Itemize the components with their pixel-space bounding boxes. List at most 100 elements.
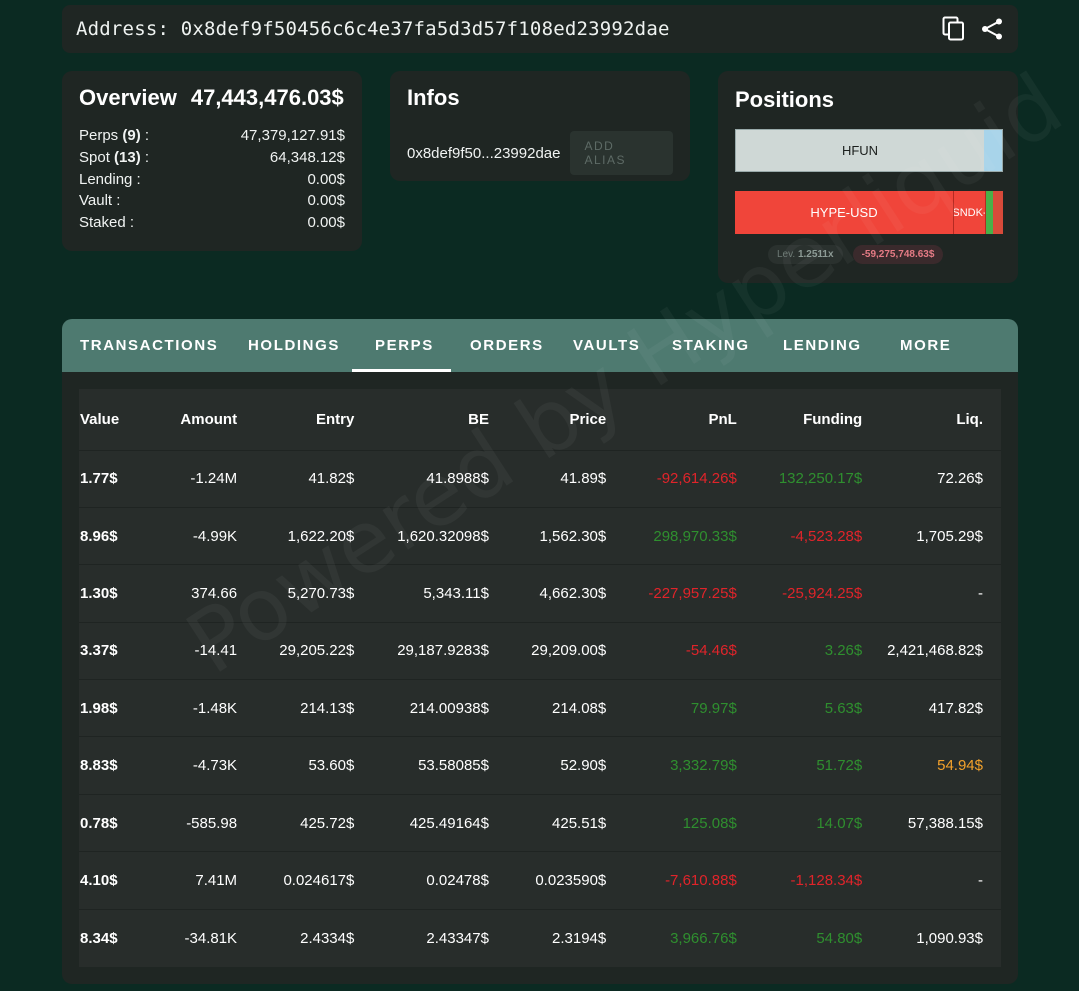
cell-entry: 5,270.73$ [237,564,355,623]
table-row[interactable]: 1.98$ -1.48K 214.13$ 214.00938$ 214.08$ 79.97… [79,679,1001,737]
tab-more[interactable]: MORE [900,319,951,372]
cell-pnl: 3,332.79$ [606,736,737,795]
tab-lending[interactable]: LENDING [783,319,862,372]
table-row[interactable]: 0.78$ -585.98 425.72$ 425.49164$ 425.51$ 125.… [79,793,1001,852]
positions-title: Positions [735,87,835,112]
cell-amount: -14.41 [148,621,238,680]
overview-row-value: 0.00$ [307,170,345,188]
bar-segment-hfun[interactable]: HFUN [736,130,984,171]
cell-price: 1,562.30$ [488,506,607,565]
cell-liq: - [862,851,1001,910]
overview-row-label: Lending : [79,170,141,188]
table-row[interactable]: 8.34$ -34.81K 2.4334$ 2.43347$ 2.3194$ 3,966.… [79,908,1001,967]
bar-segment-red[interactable] [993,191,1003,234]
table-row[interactable]: 1.77$ -1.24M 41.82$ 41.8988$ 41.89$ -92,614.2… [79,449,1001,508]
cell-amount: -34.81K [148,908,238,967]
cell-amount: -4.73K [148,736,238,795]
perp-positions-bar: HYPE-USD SNDK- [735,191,1003,234]
tab-perps[interactable]: PERPS [375,319,434,372]
cell-pnl: -7,610.88$ [606,851,737,910]
column-header-funding[interactable]: Funding [737,389,862,450]
bar-segment-hype-usd[interactable]: HYPE-USD [735,191,954,234]
cell-liq: 2,421,468.82$ [862,621,1001,680]
cell-liq: 417.82$ [862,679,1001,737]
column-header-value[interactable]: Value [79,389,148,450]
overview-row-value: 64,348.12$ [269,148,345,166]
cell-entry: 41.82$ [237,449,355,508]
perps-panel: TRANSACTIONS HOLDINGS PERPS ORDERS VAULTS STA… [62,319,1018,984]
positions-card: Positions HFUN HYPE-USD SNDK- Lev. 1.251… [718,71,1018,283]
cell-liq: 1,705.29$ [862,506,1001,565]
copy-icon[interactable] [942,16,966,42]
cell-amount: -1.48K [148,679,238,737]
infos-title: Infos [407,85,460,110]
cell-price: 0.023590$ [488,851,607,910]
tab-transactions[interactable]: TRANSACTIONS [80,319,218,372]
tab-bar: TRANSACTIONS HOLDINGS PERPS ORDERS VAULTS STA… [62,319,1018,372]
overview-row: Spot (13) : 64,348.12$ [79,147,345,169]
cell-be: 53.58085$ [354,736,489,795]
cell-pnl: 125.08$ [606,793,737,852]
cell-pnl: 3,966.76$ [606,908,737,967]
column-header-price[interactable]: Price [489,389,607,450]
cell-entry: 0.024617$ [237,851,355,910]
overview-row-label: Vault : [79,192,121,210]
infos-card: Infos 0x8def9f50...23992dae ADD ALIAS [390,71,690,181]
column-header-liq[interactable]: Liq. [862,389,1001,450]
tab-orders[interactable]: ORDERS [470,319,544,372]
table-header-row: Value Amount Entry BE Price PnL Funding Liq. [79,389,1001,450]
overview-row-value: 0.00$ [307,192,345,210]
add-alias-button[interactable]: ADD ALIAS [570,131,673,175]
share-icon[interactable] [980,17,1004,41]
address-text: Address: 0x8def9f50456c6c4e37fa5d3d57f10… [76,18,670,40]
overview-row: Vault : 0.00$ [79,190,345,212]
bar-segment-sndk[interactable]: SNDK- [954,191,986,234]
cell-amount: 374.66 [148,564,238,623]
table-row[interactable]: 3.37$ -14.41 29,205.22$ 29,187.9283$ 29,209.… [79,621,1001,680]
cell-pnl: -54.46$ [606,621,737,680]
bar-segment-other[interactable] [984,130,1002,171]
cell-liq: 1,090.93$ [862,908,1001,967]
cell-entry: 53.60$ [237,736,355,795]
cell-value: 1.77$ [79,449,149,508]
tab-vaults[interactable]: VAULTS [573,319,640,372]
cell-price: 214.08$ [488,679,607,737]
tab-holdings[interactable]: HOLDINGS [248,319,340,372]
overview-title: Overview [79,85,177,110]
cell-pnl: 298,970.33$ [606,506,737,565]
column-header-pnl[interactable]: PnL [606,389,736,450]
cell-liq: - [862,564,1001,623]
perps-table: Value Amount Entry BE Price PnL Funding Liq. 1.… [79,389,1001,967]
cell-funding: 3.26$ [736,621,863,680]
cell-funding: 132,250.17$ [736,449,863,508]
column-header-entry[interactable]: Entry [237,389,354,450]
bar-segment-green[interactable] [986,191,993,234]
cell-pnl: -227,957.25$ [606,564,737,623]
overview-total: 47,443,476.03$ [190,85,344,110]
cell-price: 4,662.30$ [488,564,607,623]
table-row[interactable]: 8.96$ -4.99K 1,622.20$ 1,620.32098$ 1,562.30… [79,506,1001,565]
overview-row-label: Spot (13) : [79,148,150,166]
cell-value: 4.10$ [79,851,149,910]
column-header-amount[interactable]: Amount [148,389,237,450]
cell-amount: -585.98 [148,793,238,852]
cell-price: 29,209.00$ [488,621,607,680]
table-body: 1.77$ -1.24M 41.82$ 41.8988$ 41.89$ -92,614.2… [79,449,1001,967]
table-row[interactable]: 8.83$ -4.73K 53.60$ 53.58085$ 52.90$ 3,332.79… [79,736,1001,795]
cell-entry: 425.72$ [237,793,355,852]
tab-staking[interactable]: STAKING [672,319,750,372]
overview-card: Overview 47,443,476.03$ Perps (9) : 47,37… [62,71,362,251]
table-row[interactable]: 1.30$ 374.66 5,270.73$ 5,343.11$ 4,662.30$ -2… [79,564,1001,623]
cell-funding: 14.07$ [736,793,863,852]
pnl-badge: -59,275,748.63$ [852,245,944,264]
cell-value: 8.83$ [79,736,149,795]
cell-value: 1.30$ [79,564,149,623]
address-bar: Address: 0x8def9f50456c6c4e37fa5d3d57f10… [62,5,1018,53]
table-row[interactable]: 4.10$ 7.41M 0.024617$ 0.02478$ 0.023590$ -7,6… [79,851,1001,910]
cell-value: 3.37$ [79,621,149,680]
cell-value: 1.98$ [79,679,149,737]
overview-row: Perps (9) : 47,379,127.91$ [79,125,345,147]
column-header-be[interactable]: BE [354,389,489,450]
leverage-badge: Lev. 1.2511x [768,245,843,264]
cell-funding: -1,128.34$ [736,851,863,910]
